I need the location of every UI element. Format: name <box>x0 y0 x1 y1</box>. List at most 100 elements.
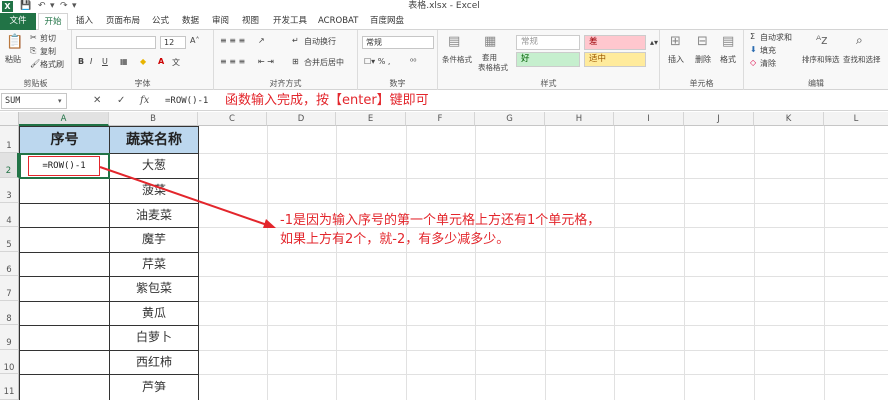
sort-filter-button[interactable]: 排序和筛选 <box>802 54 840 65</box>
row-header-4[interactable]: 4 <box>0 203 19 227</box>
autosum-icon[interactable]: Σ <box>750 32 755 41</box>
wrap-text-button[interactable]: 自动换行 <box>304 36 336 47</box>
tab-data[interactable]: 数据 <box>182 13 199 30</box>
paste-button[interactable]: 粘贴 <box>5 54 21 65</box>
underline-button[interactable]: U <box>102 57 108 66</box>
tab-file[interactable]: 文件 <box>0 13 36 30</box>
column-header-c[interactable]: C <box>198 112 267 126</box>
style-normal[interactable]: 常规 <box>516 35 580 50</box>
cut-button[interactable]: 剪切 <box>40 33 56 44</box>
column-header-f[interactable]: F <box>406 112 475 126</box>
wrap-text-icon[interactable]: ↵ <box>292 36 299 45</box>
row-header-3[interactable]: 3 <box>0 178 19 203</box>
row-header-9[interactable]: 9 <box>0 325 19 350</box>
select-all-corner[interactable] <box>0 112 19 126</box>
fill-icon[interactable]: ⬇ <box>750 45 757 54</box>
column-header-a[interactable]: A <box>19 112 109 126</box>
enter-formula-icon[interactable]: ✓ <box>117 93 125 109</box>
font-color-icon[interactable]: A <box>158 57 164 66</box>
cell-b4[interactable]: 油麦菜 <box>109 203 199 227</box>
tab-developer[interactable]: 开发工具 <box>273 13 307 30</box>
sort-filter-icon[interactable]: ᴬᴢ <box>816 33 827 47</box>
fill-color-icon[interactable]: ◆ <box>140 57 146 66</box>
row-header-8[interactable]: 8 <box>0 301 19 325</box>
insert-function-icon[interactable]: fx <box>140 93 149 109</box>
fill-button[interactable]: 填充 <box>760 45 776 56</box>
conditional-format-button[interactable]: 条件格式 <box>442 54 472 65</box>
cell-b3[interactable]: 菠菜 <box>109 178 199 203</box>
delete-cells-icon[interactable]: ⊟ <box>697 34 708 49</box>
row-header-2[interactable]: 2 <box>0 153 19 178</box>
tab-review[interactable]: 审阅 <box>212 13 229 30</box>
format-painter-icon[interactable]: 🖌 <box>30 59 40 68</box>
merge-center-button[interactable]: 合并后居中 <box>304 57 344 68</box>
style-good[interactable]: 好 <box>516 52 580 67</box>
tab-formulas[interactable]: 公式 <box>152 13 169 30</box>
column-header-i[interactable]: I <box>614 112 684 126</box>
bold-button[interactable]: B <box>78 57 84 66</box>
cell-a2-formula[interactable]: =ROW()-1 <box>28 156 100 176</box>
font-size-select[interactable]: 12 <box>160 36 186 49</box>
cell-b2[interactable]: 大葱 <box>109 153 199 178</box>
column-header-l[interactable]: L <box>824 112 888 126</box>
insert-cells-button[interactable]: 插入 <box>668 54 684 65</box>
conditional-format-icon[interactable]: ▤ <box>448 34 460 49</box>
font-name-select[interactable] <box>76 36 156 49</box>
row-header-10[interactable]: 10 <box>0 350 19 374</box>
align-top-icon[interactable]: ≡ ≡ ≡ <box>220 36 245 45</box>
row-header-6[interactable]: 6 <box>0 252 19 276</box>
copy-icon[interactable]: ⎘ <box>30 46 36 56</box>
cell-b9[interactable]: 白萝卜 <box>109 325 199 350</box>
accounting-format-icon[interactable]: ☐▾ % , <box>364 57 390 66</box>
format-painter-button[interactable]: 格式刷 <box>40 59 64 70</box>
styles-scroll-icon[interactable]: ▴▾ <box>650 38 658 47</box>
column-header-j[interactable]: J <box>684 112 754 126</box>
clear-button[interactable]: 清除 <box>760 58 776 69</box>
row-header-5[interactable]: 5 <box>0 227 19 252</box>
row-header-7[interactable]: 7 <box>0 276 19 301</box>
row-header-11[interactable]: 11 <box>0 374 19 400</box>
merge-center-icon[interactable]: ⊞ <box>292 57 299 66</box>
row-header-1[interactable]: 1 <box>0 126 19 153</box>
table-format-icon[interactable]: ▦ <box>484 34 496 49</box>
style-neutral[interactable]: 适中 <box>584 52 646 67</box>
name-box-dropdown-icon[interactable]: ▾ <box>58 93 62 109</box>
cell-a1-header[interactable]: 序号 <box>19 126 110 154</box>
cell-b1-header[interactable]: 蔬菜名称 <box>109 126 199 154</box>
column-header-g[interactable]: G <box>475 112 545 126</box>
formula-input[interactable]: =ROW()-1 <box>165 93 227 109</box>
column-header-k[interactable]: K <box>754 112 824 126</box>
italic-button[interactable]: I <box>90 57 92 66</box>
tab-acrobat[interactable]: ACROBAT <box>318 13 358 30</box>
column-header-h[interactable]: H <box>545 112 614 126</box>
orientation-icon[interactable]: ↗ <box>258 36 265 45</box>
tab-home[interactable]: 开始 <box>38 13 68 30</box>
format-cells-button[interactable]: 格式 <box>720 54 736 65</box>
decimal-icon[interactable]: ⁰⁰ <box>410 57 416 66</box>
cut-icon[interactable]: ✂ <box>30 33 37 42</box>
tab-page-layout[interactable]: 页面布局 <box>106 13 140 30</box>
cell-b8[interactable]: 黄瓜 <box>109 301 199 325</box>
border-icon[interactable]: ▦ <box>120 57 128 66</box>
cell-b6[interactable]: 芹菜 <box>109 252 199 276</box>
increase-font-icon[interactable]: A˄ <box>190 36 199 45</box>
cancel-formula-icon[interactable]: ✕ <box>93 93 101 109</box>
insert-cells-icon[interactable]: ⊞ <box>670 34 681 49</box>
find-select-button[interactable]: 查找和选择 <box>843 54 881 65</box>
delete-cells-button[interactable]: 删除 <box>695 54 711 65</box>
cell-b10[interactable]: 西红柿 <box>109 350 199 374</box>
binoculars-icon[interactable]: ⌕ <box>856 33 863 48</box>
align-left-icon[interactable]: ≡ ≡ ≡ <box>220 57 245 66</box>
cell-b7[interactable]: 紫包菜 <box>109 276 199 301</box>
paste-icon[interactable]: 📋 <box>6 34 23 50</box>
tab-baidu-netdisk[interactable]: 百度网盘 <box>370 13 404 30</box>
cell-b11[interactable]: 芦笋 <box>109 374 199 400</box>
number-format-select[interactable]: 常规 <box>362 36 434 49</box>
copy-button[interactable]: 复制 <box>40 46 56 57</box>
autosum-button[interactable]: 自动求和 <box>760 32 792 43</box>
style-bad[interactable]: 差 <box>584 35 646 50</box>
clear-icon[interactable]: ◇ <box>750 58 756 67</box>
column-header-e[interactable]: E <box>336 112 406 126</box>
tab-insert[interactable]: 插入 <box>76 13 93 30</box>
column-header-b[interactable]: B <box>109 112 198 126</box>
